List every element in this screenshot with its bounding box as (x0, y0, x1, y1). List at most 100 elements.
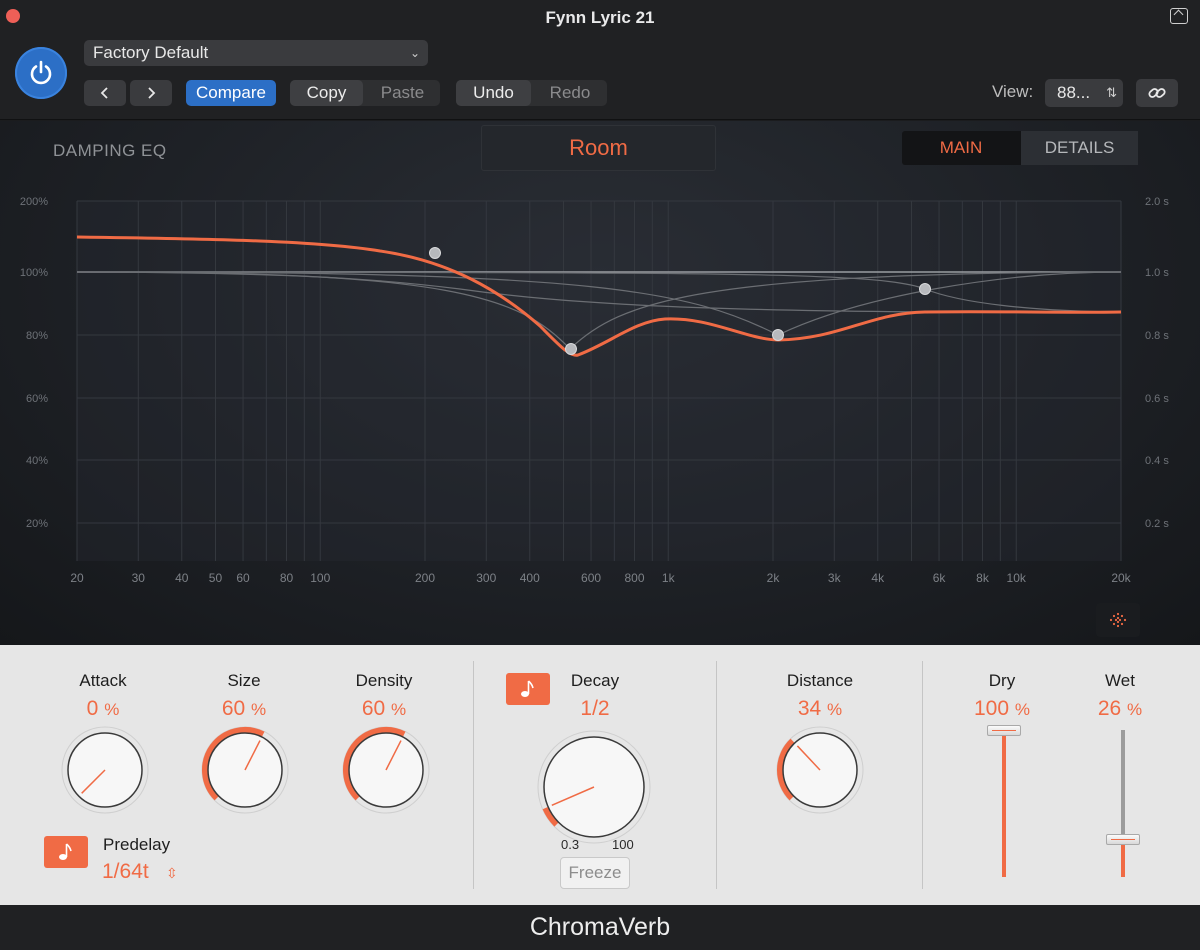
eq-band-handle (772, 329, 784, 341)
chevron-updown-icon[interactable]: ⇳ (166, 865, 178, 882)
left-axis-label: 20% (26, 518, 48, 530)
left-axis-label: 100% (20, 267, 48, 279)
music-note-icon (59, 843, 72, 860)
distance-label: Distance (786, 671, 854, 690)
damping-eq-graph[interactable]: 200% 100% 80% 60% 40% 20% 2.0 s 1.0 s 0.8 s 0.6 s… (0, 121, 1200, 645)
freq-axis-label: 2k (767, 571, 781, 585)
window-title: Fynn Lyric 21 (545, 8, 655, 27)
view-size-value: 88... (1057, 83, 1091, 102)
decay-knob[interactable] (536, 729, 652, 845)
power-button[interactable] (15, 47, 67, 99)
freq-axis-label: 80 (280, 571, 294, 585)
right-axis-label: 0.2 s (1145, 518, 1169, 530)
freq-axis-label: 60 (236, 571, 250, 585)
plot-area (77, 201, 1121, 561)
link-button[interactable] (1136, 79, 1178, 107)
chevron-down-icon: ⌄ (409, 46, 420, 60)
tab-main[interactable]: MAIN (902, 131, 1020, 165)
plugin-header: Fynn Lyric 21 Factory Default ⌄ Compare … (0, 0, 1200, 120)
freq-axis-label: 30 (132, 571, 146, 585)
controls-panel: Attack 0 % Size 60 % Density 60 % Predel… (0, 645, 1200, 905)
next-preset-button[interactable] (130, 80, 172, 106)
decay-max-label: 100 (612, 837, 634, 852)
right-axis-label: 0.8 s (1145, 330, 1169, 342)
undo-redo-group: Undo Redo (456, 80, 607, 106)
fader-handle[interactable] (1106, 833, 1140, 845)
distance-value: 34 % (797, 697, 843, 720)
divider (716, 661, 717, 889)
freq-axis-label: 40 (175, 571, 189, 585)
predelay-value[interactable]: 1/64t (102, 860, 149, 884)
attack-label: Attack (79, 671, 127, 690)
view-size-select[interactable]: 88... ⇅ (1045, 79, 1123, 107)
wet-value: 26 % (1097, 697, 1143, 720)
density-value: 60 % (361, 697, 407, 720)
freeze-button[interactable]: Freeze (560, 857, 630, 889)
preset-select[interactable]: Factory Default ⌄ (84, 40, 428, 66)
right-axis-label: 2.0 s (1145, 196, 1169, 208)
dry-label: Dry (988, 671, 1016, 690)
right-axis-label: 0.6 s (1145, 393, 1169, 405)
freq-axis-label: 4k (871, 571, 885, 585)
particles-icon (1109, 612, 1127, 628)
undo-button[interactable]: Undo (456, 80, 531, 106)
divider (922, 661, 923, 889)
eq-band-handle (565, 343, 577, 355)
freq-axis-label: 3k (828, 571, 842, 585)
freq-axis-label: 1k (662, 571, 676, 585)
music-note-icon (521, 680, 534, 697)
restore-window-icon[interactable] (1170, 8, 1188, 24)
copy-paste-group: Copy Paste (290, 80, 440, 106)
decay-min-label: 0.3 (561, 837, 580, 852)
preset-name: Factory Default (93, 43, 209, 62)
left-axis-label: 200% (20, 196, 48, 208)
link-icon (1148, 88, 1166, 98)
fader-handle[interactable] (987, 725, 1021, 736)
size-label: Size (227, 671, 261, 690)
dry-value: 100 % (973, 697, 1030, 720)
density-label: Density (355, 671, 413, 690)
freq-axis-label: 100 (310, 571, 330, 585)
left-axis-label: 60% (26, 393, 48, 405)
decay-value: 1/2 (580, 697, 610, 720)
freq-axis-label: 10k (1007, 571, 1027, 585)
divider (473, 661, 474, 889)
freq-axis-label: 50 (209, 571, 223, 585)
left-axis-label: 40% (26, 455, 48, 467)
eq-band-handle (919, 283, 931, 295)
decay-label: Decay (570, 671, 620, 690)
freq-axis-label: 200 (415, 571, 435, 585)
paste-button[interactable]: Paste (365, 80, 440, 106)
size-knob[interactable] (200, 725, 290, 815)
size-value: 60 % (221, 697, 267, 720)
predelay-sync-button[interactable] (44, 836, 88, 868)
freq-axis-label: 20 (70, 571, 84, 585)
freq-axis-label: 600 (581, 571, 601, 585)
right-axis-label: 0.4 s (1145, 455, 1169, 467)
attack-value: 0 % (86, 697, 120, 720)
plugin-name: ChromaVerb (529, 913, 671, 941)
right-axis-label: 1.0 s (1145, 267, 1169, 279)
view-tabs: MAIN DETAILS (902, 131, 1138, 165)
compare-button[interactable]: Compare (186, 80, 276, 106)
freq-axis-label: 6k (933, 571, 947, 585)
freq-axis-label: 8k (976, 571, 990, 585)
tab-details[interactable]: DETAILS (1021, 131, 1138, 165)
attack-knob[interactable] (60, 725, 150, 815)
room-type-button[interactable]: Room (481, 125, 716, 171)
chevron-updown-icon: ⇅ (1106, 85, 1117, 100)
particles-view-button[interactable] (1096, 603, 1140, 637)
damping-eq-label: DAMPING EQ (53, 141, 167, 160)
predelay-label: Predelay (103, 835, 171, 854)
chevron-right-icon (148, 87, 156, 99)
previous-preset-button[interactable] (84, 80, 126, 106)
eq-band-handle (429, 247, 441, 259)
freq-axis-label: 800 (625, 571, 645, 585)
chevron-left-icon (100, 87, 108, 99)
freq-axis-label: 20k (1111, 571, 1131, 585)
density-knob[interactable] (341, 725, 431, 815)
redo-button[interactable]: Redo (533, 80, 607, 106)
copy-button[interactable]: Copy (290, 80, 363, 106)
plugin-footer: ChromaVerb (0, 905, 1200, 950)
distance-knob[interactable] (775, 725, 865, 815)
